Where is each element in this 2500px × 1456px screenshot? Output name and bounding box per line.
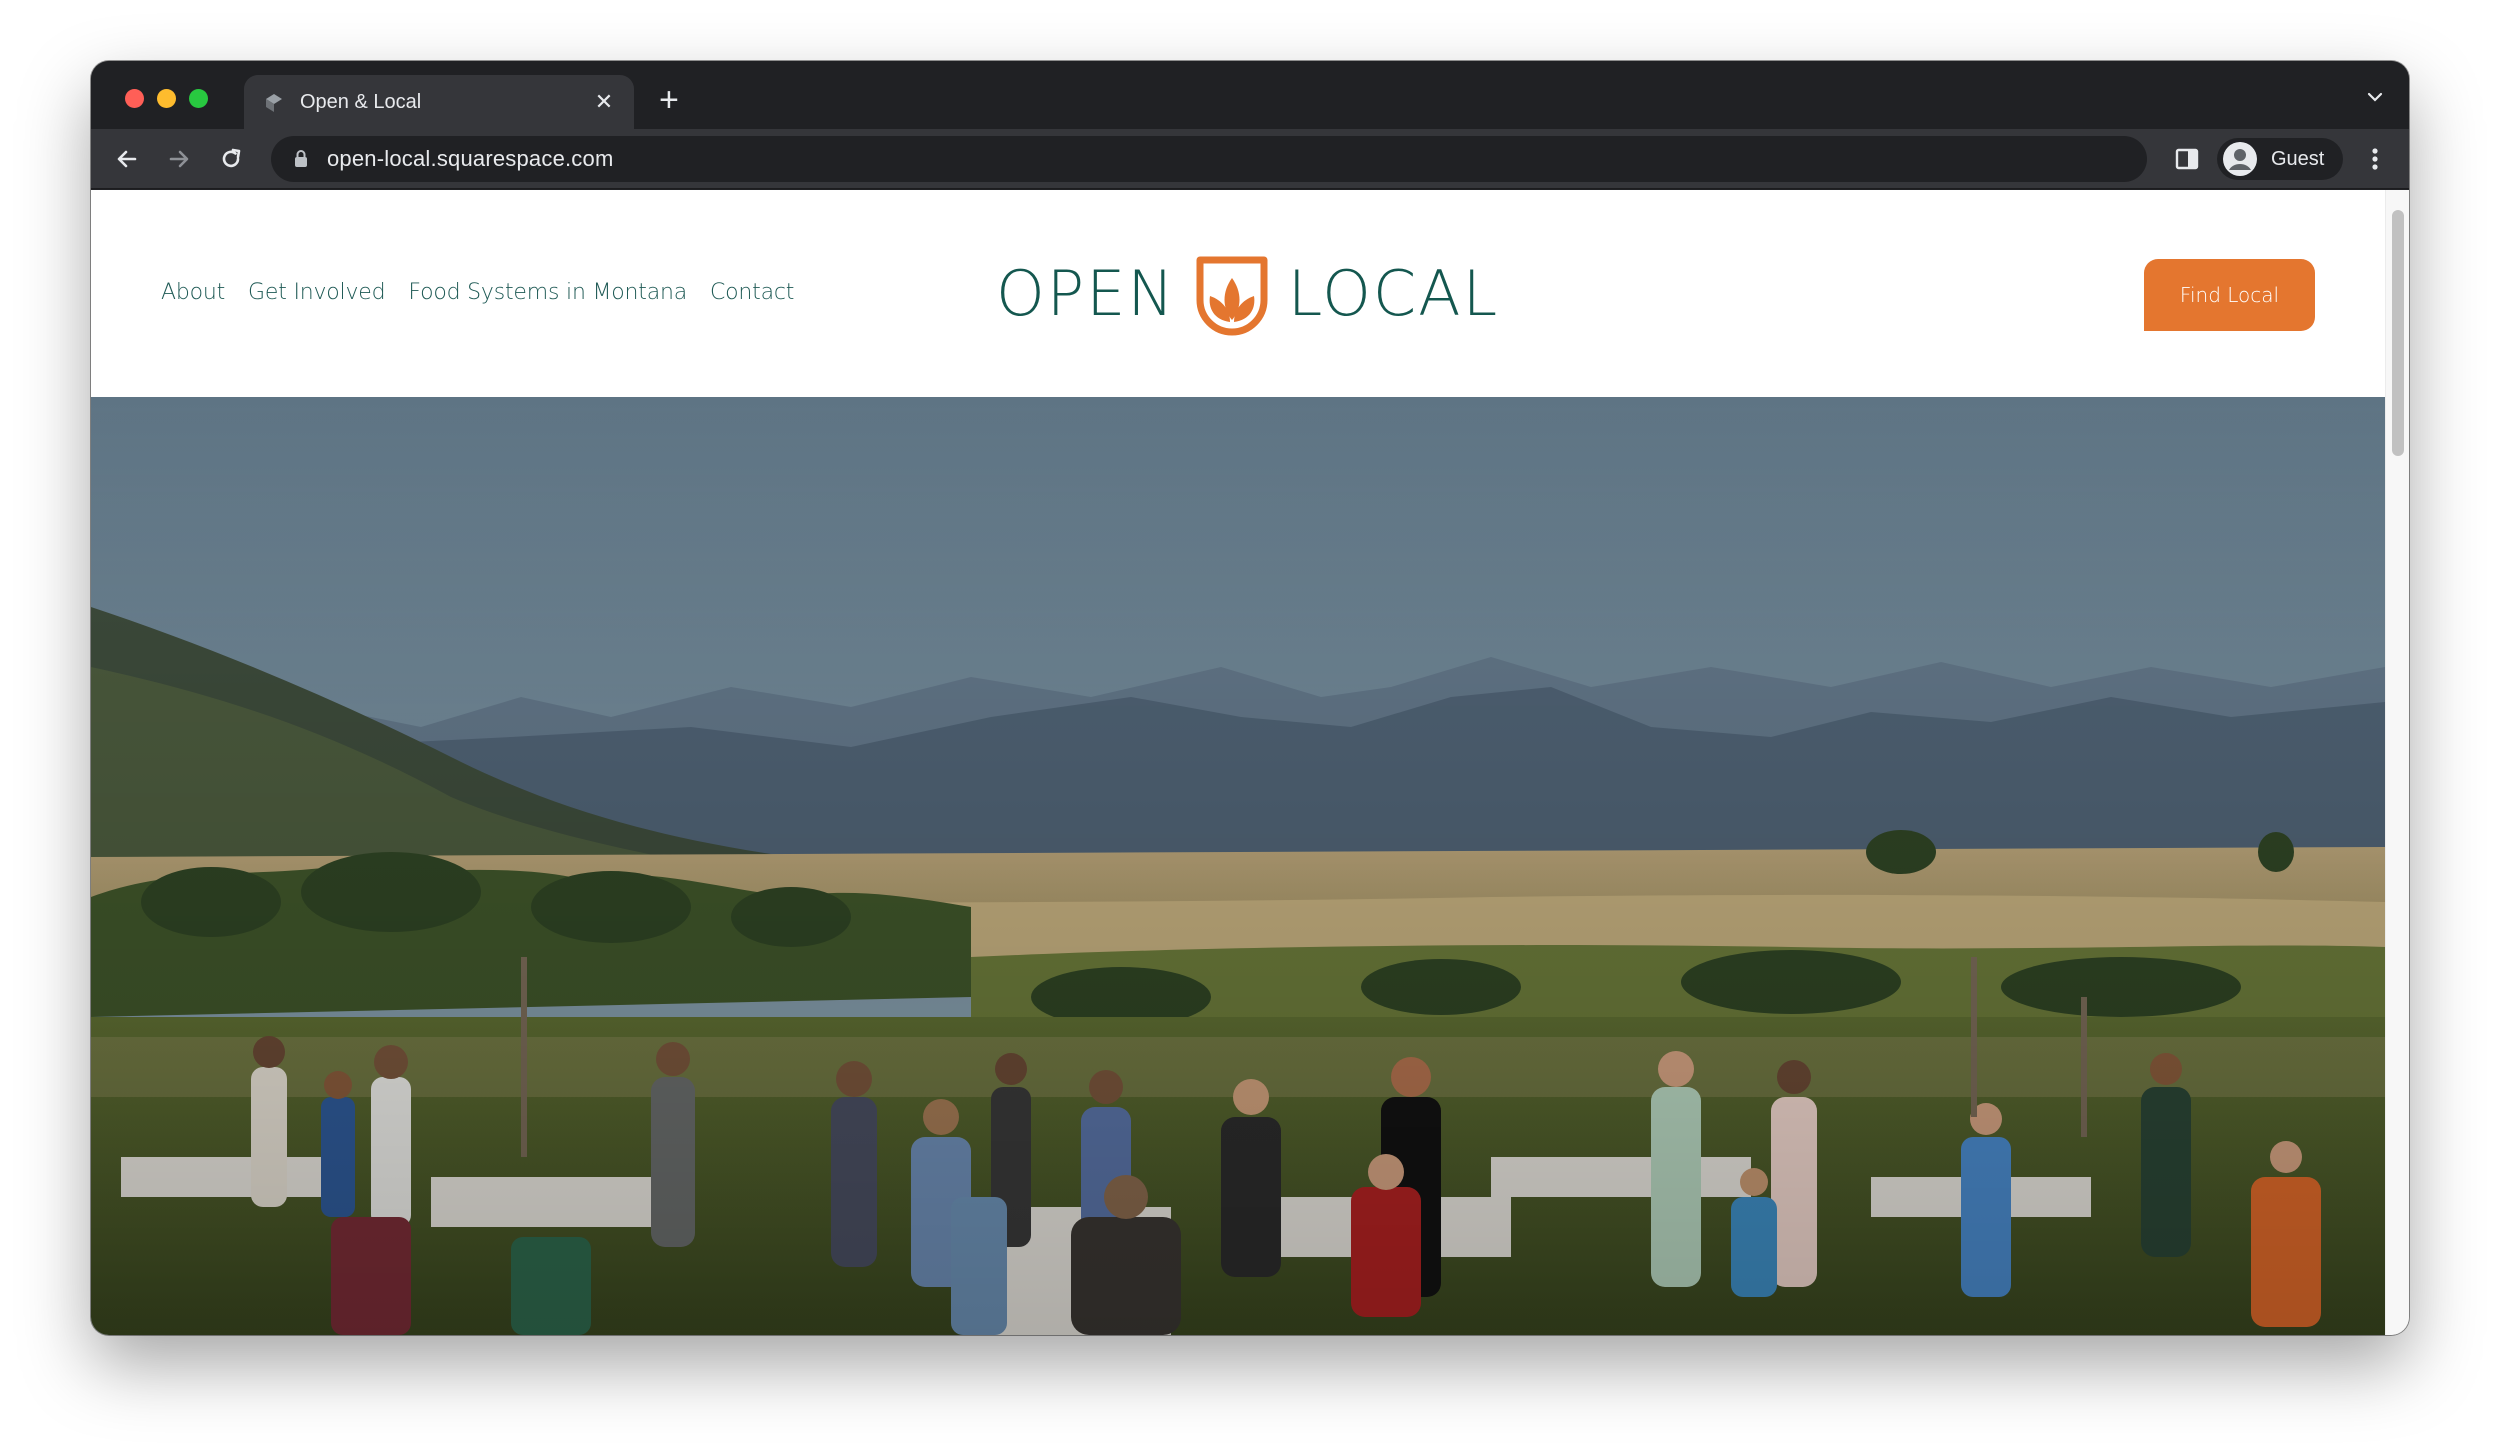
url-text[interactable]: open-local.squarespace.com xyxy=(327,146,613,172)
scrollbar-thumb[interactable] xyxy=(2392,210,2404,456)
tab-strip: Open & Local ✕ + xyxy=(91,61,2409,129)
page-viewport: About Get Involved Food Systems in Monta… xyxy=(91,190,2409,1335)
browser-window: Open & Local ✕ + open-local.squarespace.… xyxy=(91,61,2409,1335)
close-window-button[interactable] xyxy=(125,89,144,108)
arrow-right-icon[interactable] xyxy=(163,143,195,175)
sprout-shield-icon xyxy=(1190,250,1274,338)
logo-word-local: LOCAL xyxy=(1287,257,1500,330)
arrow-left-icon[interactable] xyxy=(111,143,143,175)
profile-label: Guest xyxy=(2271,147,2325,170)
close-icon[interactable]: ✕ xyxy=(592,89,616,115)
profile-button[interactable]: Guest xyxy=(2217,138,2343,180)
nav-contact[interactable]: Contact xyxy=(710,280,794,305)
squarespace-favicon-icon xyxy=(262,90,286,114)
find-local-button[interactable]: Find Local xyxy=(2144,259,2315,331)
nav-get-involved[interactable]: Get Involved xyxy=(248,280,386,305)
window-controls xyxy=(125,89,208,108)
address-bar[interactable]: open-local.squarespace.com xyxy=(271,136,2147,182)
reload-icon[interactable] xyxy=(215,143,247,175)
nav-about[interactable]: About xyxy=(161,280,225,305)
person-icon xyxy=(2223,142,2257,176)
main-nav: About Get Involved Food Systems in Monta… xyxy=(161,280,794,305)
kebab-menu-icon[interactable] xyxy=(2363,145,2387,173)
maximize-window-button[interactable] xyxy=(189,89,208,108)
chevron-down-icon[interactable] xyxy=(2363,85,2387,109)
side-panel-icon[interactable] xyxy=(2173,145,2201,173)
page-scrollbar[interactable] xyxy=(2385,190,2409,1335)
logo-word-open: OPEN xyxy=(996,257,1176,330)
minimize-window-button[interactable] xyxy=(157,89,176,108)
site-logo[interactable]: OPEN LOCAL xyxy=(996,250,1499,338)
browser-toolbar: open-local.squarespace.com Guest xyxy=(91,129,2409,189)
site-header: About Get Involved Food Systems in Monta… xyxy=(91,190,2385,397)
tab-open-local[interactable]: Open & Local ✕ xyxy=(244,75,634,129)
nav-food-systems[interactable]: Food Systems in Montana xyxy=(408,280,687,305)
lock-icon[interactable] xyxy=(293,149,309,169)
tab-title: Open & Local xyxy=(300,90,422,113)
hero-image xyxy=(91,397,2385,1335)
plus-icon[interactable]: + xyxy=(659,83,679,117)
